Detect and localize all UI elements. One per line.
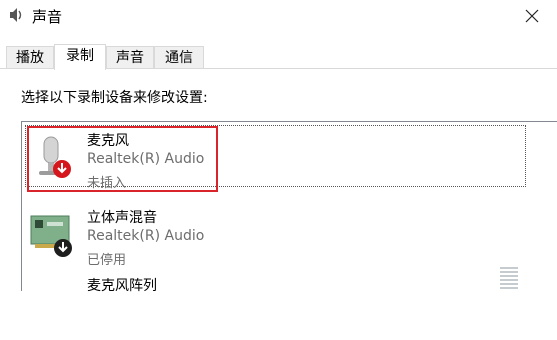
red-down-arrow-badge [53,160,71,178]
title-bar: 声音 [0,0,557,34]
recording-panel: 选择以下录制设备来修改设置: 麦克风 Realtek(R) Audio 未插入 [0,69,557,294]
close-button[interactable] [505,0,557,32]
device-status: 未插入 [87,176,127,191]
device-item-microphone[interactable]: 麦克风 Realtek(R) Audio 未插入 [25,125,530,195]
sound-card-icon [30,215,72,257]
instruction-label: 选择以下录制设备来修改设置: [21,90,208,106]
level-meter-icon [500,267,518,291]
device-name: 麦克风 [87,133,129,149]
device-name: 麦克风阵列 [87,278,157,294]
device-driver: Realtek(R) Audio [87,151,205,167]
black-down-arrow-badge [54,239,72,257]
tab-recording[interactable]: 录制 [54,44,106,70]
close-icon [525,9,539,23]
device-item-stereo-mix[interactable]: 立体声混音 Realtek(R) Audio 已停用 [25,202,530,272]
device-status: 已停用 [87,253,127,268]
device-driver: Realtek(R) Audio [87,228,205,244]
microphone-icon [39,136,71,178]
recording-device-list[interactable]: 麦克风 Realtek(R) Audio 未插入 立体声混音 Realtek(R… [21,121,557,294]
window-title: 声音 [32,8,63,26]
tab-playback[interactable]: 播放 [6,46,54,68]
device-name: 立体声混音 [87,210,157,226]
speaker-icon [10,8,22,22]
device-item-microphone-array[interactable]: 麦克风阵列 [25,270,530,340]
tab-sounds[interactable]: 声音 [106,46,154,68]
tab-communications[interactable]: 通信 [154,46,204,68]
tab-strip: 播放 录制 声音 通信 [0,44,557,70]
